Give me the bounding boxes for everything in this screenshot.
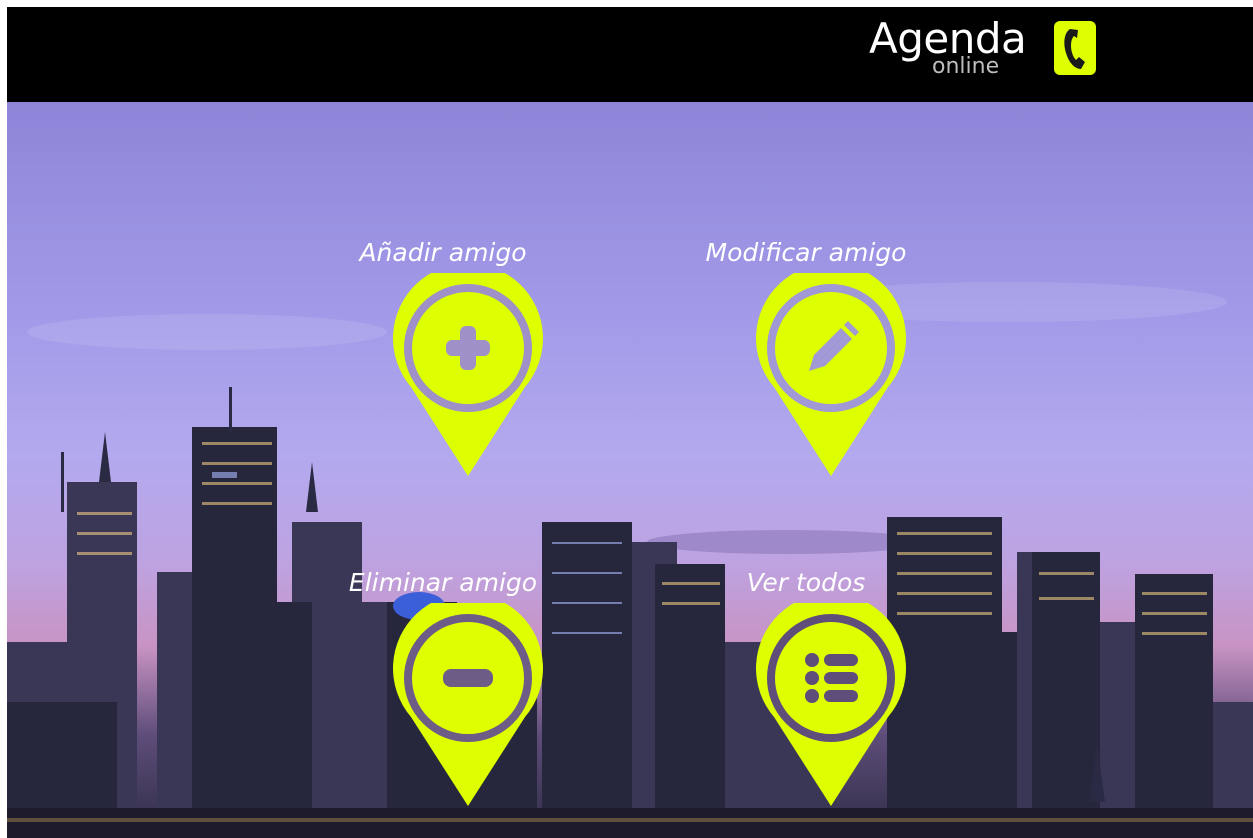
minus-icon [393, 603, 543, 806]
top-bar: Agenda online [7, 7, 1253, 102]
delete-friend-label: Eliminar amigo [348, 568, 538, 597]
delete-friend-button[interactable]: Eliminar amigo [333, 567, 553, 817]
view-all-button[interactable]: Ver todos [696, 567, 916, 817]
phone-icon [1054, 21, 1096, 75]
view-all-label: Ver todos [746, 568, 866, 597]
edit-friend-label: Modificar amigo [705, 238, 907, 267]
add-friend-button[interactable]: Añadir amigo [333, 237, 553, 487]
add-friend-label: Añadir amigo [359, 238, 527, 267]
city-background: Añadir amigo Modificar amigo Eliminar am… [7, 102, 1253, 838]
plus-icon [393, 273, 543, 476]
city-skyline-image [7, 282, 1253, 838]
list-icon [756, 603, 906, 806]
edit-friend-button[interactable]: Modificar amigo [696, 237, 916, 487]
logo-subtitle: online [932, 54, 1000, 79]
app-frame: Agenda online Añadir amigo Modificar ami… [7, 7, 1253, 838]
app-logo[interactable]: Agenda online [869, 13, 1119, 93]
pencil-icon [756, 273, 906, 476]
